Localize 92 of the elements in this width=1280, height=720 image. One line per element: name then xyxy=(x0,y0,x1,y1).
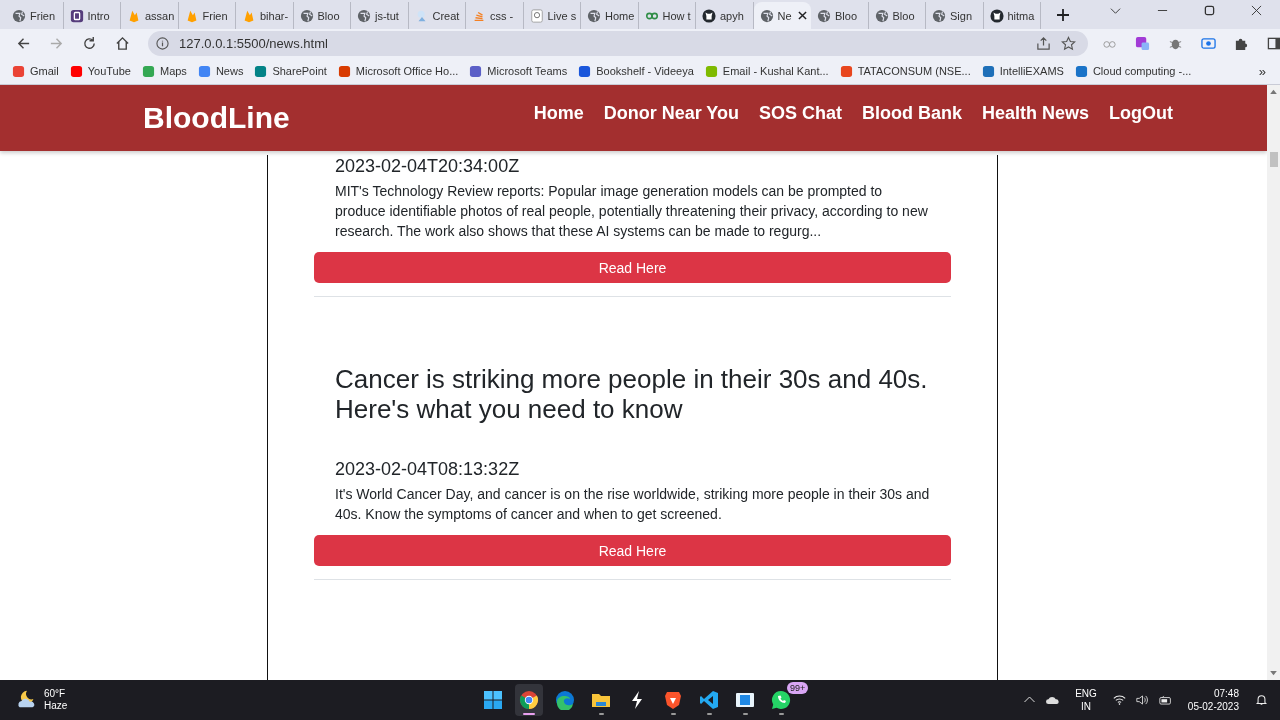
square-logo-icon xyxy=(69,8,84,23)
back-icon[interactable] xyxy=(16,36,31,51)
taskbar-app[interactable] xyxy=(515,684,543,716)
page-icon xyxy=(529,8,544,23)
windows-icon[interactable] xyxy=(483,690,503,710)
chat-icon[interactable] xyxy=(771,690,791,710)
share-icon[interactable] xyxy=(1036,36,1051,51)
bookmark-icon xyxy=(141,64,155,78)
home-icon[interactable] xyxy=(115,36,130,51)
scroll-thumb[interactable] xyxy=(1269,152,1278,167)
language-indicator[interactable]: ENG IN xyxy=(1075,687,1097,713)
scroll-down-icon[interactable] xyxy=(1270,671,1277,676)
bookmark[interactable]: News xyxy=(197,64,244,78)
article-date: 2023-02-04T08:13:32Z xyxy=(335,458,521,480)
read-here-button[interactable]: Read Here xyxy=(314,252,951,283)
bookmark[interactable]: Bookshelf - Videeya xyxy=(578,64,694,78)
cat-icon xyxy=(989,8,1004,23)
bookmark-icon xyxy=(254,64,268,78)
browser-tab[interactable]: Ne xyxy=(753,2,811,29)
flame-icon xyxy=(242,8,256,23)
globe-icon xyxy=(299,8,314,23)
cat-icon xyxy=(702,8,716,23)
bookmark[interactable]: Maps xyxy=(141,64,187,78)
bookmark[interactable]: Cloud computing -... xyxy=(1074,64,1192,78)
nav-link[interactable]: Blood Bank xyxy=(862,102,963,124)
film-icon[interactable] xyxy=(735,690,755,710)
clock[interactable]: 07:48 05-02-2023 xyxy=(1187,687,1239,713)
close-icon[interactable] xyxy=(798,11,807,20)
star-icon[interactable] xyxy=(1061,36,1076,51)
bookmark-icon xyxy=(197,64,211,78)
bookmark-icon xyxy=(469,64,483,78)
article-date: 2023-02-04T20:34:00Z xyxy=(335,155,521,177)
bookmark-icon xyxy=(337,64,351,78)
bookmark-icon xyxy=(1074,64,1088,78)
globe-icon xyxy=(932,8,946,23)
extension-icon[interactable] xyxy=(1135,36,1150,51)
scroll-up-icon[interactable] xyxy=(1270,89,1277,94)
nav-link[interactable]: LogOut xyxy=(1109,102,1174,124)
bookmark-icon xyxy=(839,64,853,78)
shield-icon[interactable] xyxy=(663,690,683,710)
bookmark-icon xyxy=(578,64,592,78)
notification-badge: 99+ xyxy=(787,682,809,694)
globe-icon xyxy=(12,8,26,23)
brand-logo[interactable]: BloodLine xyxy=(143,101,290,135)
weather-condition: Haze xyxy=(44,700,68,712)
nav-link[interactable]: Home xyxy=(533,102,584,124)
globe-icon xyxy=(874,8,889,23)
nav-link[interactable]: Health News xyxy=(982,102,1090,124)
bookmark-icon xyxy=(69,64,83,78)
close-icon[interactable] xyxy=(1251,4,1262,16)
reload-icon[interactable] xyxy=(82,36,97,51)
chrome-icon[interactable] xyxy=(519,690,539,710)
bookmark[interactable]: SharePoint xyxy=(254,64,327,78)
wifi-icon[interactable] xyxy=(1112,694,1126,706)
globe-icon xyxy=(817,8,831,23)
new-tab-icon[interactable] xyxy=(1057,9,1069,21)
nav-link[interactable]: SOS Chat xyxy=(759,102,843,124)
nav-link[interactable]: Donor Near You xyxy=(603,102,740,124)
temperature: 60°F xyxy=(44,688,67,700)
url-text: 127.0.0.1:5500/news.html xyxy=(179,36,328,51)
volume-icon[interactable] xyxy=(1135,694,1149,706)
globe-icon xyxy=(759,8,774,23)
notification-icon[interactable] xyxy=(1255,694,1268,706)
read-here-button[interactable]: Read Here xyxy=(314,535,951,566)
more-bookmarks-button[interactable]: » xyxy=(1258,63,1266,79)
bookmark[interactable]: Gmail xyxy=(12,64,59,78)
address-bar[interactable]: 127.0.0.1:5500/news.html xyxy=(148,31,1088,56)
article-description: MIT's Technology Review reports: Popular image generation models can be prompted to produce identifiable photos of real people, potentially threatening their privacy, according to new research. The work also shows that these AI systems can be made to regurg... xyxy=(335,182,929,241)
bookmark-icon xyxy=(981,64,995,78)
bookmark[interactable]: Email - Kushal Kant... xyxy=(704,64,829,78)
bookmark-icon xyxy=(704,64,718,78)
maximize-icon[interactable] xyxy=(1204,4,1215,16)
cloud-icon[interactable] xyxy=(1046,694,1060,706)
bookmark[interactable]: IntelliEXAMS xyxy=(981,64,1064,78)
edge-icon[interactable] xyxy=(555,690,575,710)
bookmark[interactable]: TATACONSUM (NSE... xyxy=(839,64,971,78)
bookmark[interactable]: Microsoft Office Ho... xyxy=(337,64,459,78)
article-description: It's World Cancer Day, and cancer is on the rise worldwide, striking more people in their 30s and 40s. Know the symptoms of cancer and when to get screened. xyxy=(335,485,930,524)
bookmark[interactable]: Microsoft Teams xyxy=(469,64,568,78)
bookmark-icon xyxy=(12,64,25,78)
article-title: Cancer is striking more people in their 30s and 40s. Here's what you need to know xyxy=(335,364,929,424)
globe-icon xyxy=(357,8,371,23)
info-icon xyxy=(156,37,169,50)
side-panel-icon[interactable] xyxy=(1267,36,1280,51)
scrollbar[interactable] xyxy=(1267,85,1280,680)
code-editor-icon[interactable] xyxy=(699,690,719,710)
globe-icon xyxy=(587,8,601,23)
puzzle-icon[interactable] xyxy=(1234,36,1249,51)
flame-icon xyxy=(127,8,141,23)
battery-icon[interactable] xyxy=(1158,694,1172,706)
screen-record-icon[interactable] xyxy=(1201,36,1216,51)
bookmark[interactable]: YouTube xyxy=(69,64,131,78)
